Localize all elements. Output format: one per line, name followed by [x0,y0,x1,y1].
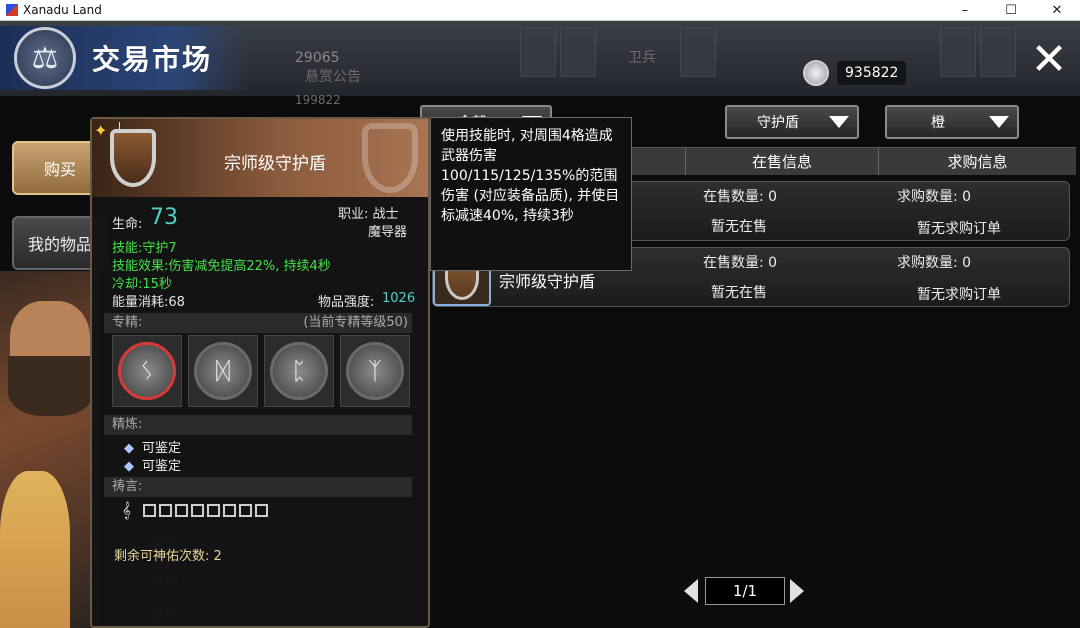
item-detail-header: ✦ I 宗师级守护盾 [92,119,428,197]
rune-icon: ᛉ [346,342,404,400]
item-type-dropdown-value: 守护盾 [757,115,799,131]
page-title: 交易市场 [92,43,213,76]
sell-status: 暂无在售 [711,285,767,301]
hp-label: 生命: [112,217,143,232]
music-note-icon: 𝄞 [122,501,131,519]
page-indicator: 1/1 [705,577,785,605]
background-guard-text: 卫兵 [628,50,656,66]
item-name: 宗师级守护盾 [499,272,596,291]
specialty-label: 专精: [112,315,143,330]
buy-status: 暂无求购订单 [917,221,1001,237]
refine-item-label: 可鉴定 [142,459,182,474]
background-number-2: 199822 [295,93,341,107]
prayer-slot[interactable] [238,503,252,517]
sell-count: 在售数量: 0 [703,255,778,271]
close-icon[interactable]: ✕ [1030,38,1068,82]
prayer-slot[interactable] [190,503,204,517]
diamond-icon: ◆ [124,441,134,456]
refine-item: ◆ 可鉴定 [124,437,181,456]
silver-coin-icon [803,60,829,86]
item-detail-name: 宗师级守护盾 [224,154,326,174]
rune-icon: ᛊ [118,342,176,400]
prayer-slot[interactable] [254,503,268,517]
specialty-level: (当前专精等级50) [303,315,408,330]
rune-slot[interactable]: ᛉ [340,335,410,407]
item-detail-panel: ✦ I 宗师级守护盾 生命: 73 职业: 战士 魔导器 技能:守护7 技能效果… [90,117,430,628]
currency-display: 935822 [803,59,933,87]
sell-count: 在售数量: 0 [703,189,778,205]
window-controls: – ☐ ✕ [942,0,1080,20]
rune-icon: ᛞ [194,342,252,400]
quality-dropdown-value: 橙 [931,115,945,131]
energy-cost: 能量消耗:68 [112,295,185,310]
prayer-slot[interactable] [222,503,236,517]
refine-item: ◆ 可鉴定 [124,455,181,474]
strength-value: 1026 [382,291,416,306]
skill-cooldown: 冷却:15秒 [112,277,172,292]
companion-portrait [0,471,70,628]
column-header-buying: 求购信息 [878,148,1076,175]
skill-tooltip: 使用技能时, 对周围4格造成武器伤害100/115/125/135%的范围伤害 … [430,117,632,271]
prayer-slot[interactable] [174,503,188,517]
rune-slot[interactable]: ᛈ [264,335,334,407]
background-number: 29065 [295,50,340,66]
background-notice-text: 悬赏公告 [305,69,361,85]
rune-slot[interactable]: ᛊ [112,335,182,407]
buy-count: 求购数量: 0 [897,189,972,205]
quality-dropdown[interactable]: 橙 [885,105,1019,139]
star-icon: ✦ [94,121,108,140]
prayer-slots: 𝄞 [122,501,271,519]
shield-watermark-icon [362,123,418,193]
next-page-button[interactable] [790,579,804,603]
blessing-remaining: 剩余可神佑次数: 2 [114,549,222,564]
shield-icon [110,129,156,187]
previous-page-button[interactable] [684,579,698,603]
app-icon [6,4,18,16]
refine-item-label: 可鉴定 [142,441,182,456]
balance-scale-icon: ⚖ [14,27,76,89]
hp-value: 73 [150,205,178,230]
background-tile [980,27,1016,77]
merchant-beard [8,356,94,416]
prayer-slot[interactable] [158,503,172,517]
skill-effect: 技能效果:伤害减免提高22%, 持续4秒 [112,259,331,274]
currency-amount: 935822 [837,61,907,85]
buy-status: 暂无求购订单 [917,287,1001,303]
chevron-down-icon [989,116,1009,128]
background-tile [940,27,976,77]
background-tile [680,27,716,77]
class-label: 职业: 战士 [338,207,399,222]
skill-name: 技能:守护7 [112,241,177,256]
item-type-dropdown[interactable]: 守护盾 [725,105,859,139]
prayer-slot[interactable] [142,503,156,517]
rune-icon: ᛈ [270,342,328,400]
background-tile [560,27,596,77]
background-tile [520,27,556,77]
diamond-icon: ◆ [124,459,134,474]
window-titlebar: Xanadu Land – ☐ ✕ [0,0,1080,21]
window-title: Xanadu Land [23,3,102,17]
game-viewport: 29065 悬赏公告 199822 卫兵 ⚖ 交易市场 935822 ✕ 购买 … [0,21,1080,628]
class-value: 魔导器 [368,225,408,240]
prayer-section: 祷言: [104,477,412,497]
maximize-button[interactable]: ☐ [988,0,1034,20]
rune-slot[interactable]: ᛞ [188,335,258,407]
specialty-section: 专精: (当前专精等级50) [104,313,412,333]
merchant-portrait [0,271,100,628]
prayer-slot[interactable] [206,503,220,517]
minimize-button[interactable]: – [942,0,988,20]
close-window-button[interactable]: ✕ [1034,0,1080,20]
buy-count: 求购数量: 0 [897,255,972,271]
strength-label: 物品强度: [318,295,375,310]
column-header-selling: 在售信息 [685,148,878,175]
chevron-down-icon [829,116,849,128]
refine-section: 精炼: [104,415,412,435]
sell-status: 暂无在售 [711,219,767,235]
